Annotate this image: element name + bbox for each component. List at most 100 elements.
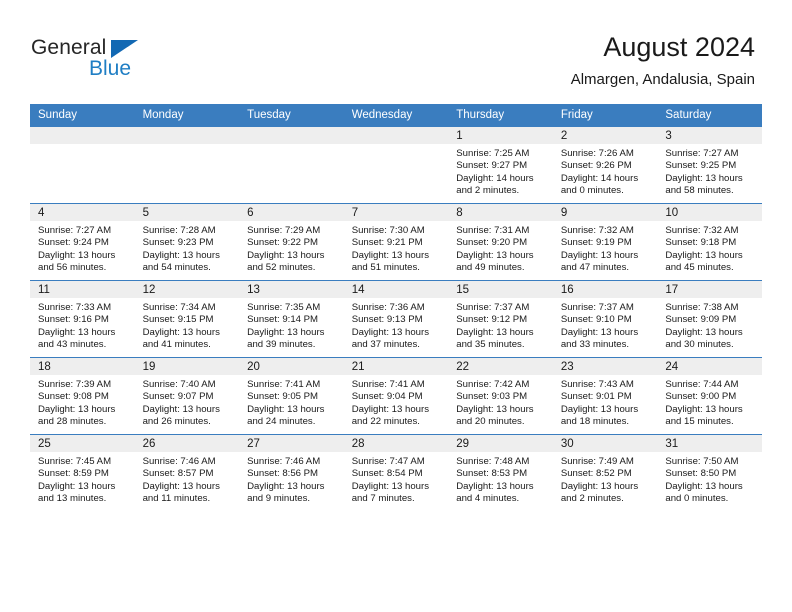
day-detail-daylight-line2: and 43 minutes. bbox=[38, 339, 107, 351]
calendar-day-cell-inner: 20 Sunrise: 7:41 AM Sunset: 9:05 PM Dayligh… bbox=[239, 358, 344, 434]
calendar-day-cell-inner: 28 Sunrise: 7:47 AM Sunset: 8:54 PM Dayligh… bbox=[343, 435, 449, 511]
day-number bbox=[239, 127, 344, 144]
calendar-day-cell[interactable]: 3 Sunrise: 7:27 AM Sunset: 9:25 PM Daylight… bbox=[657, 127, 762, 204]
calendar-day-cell[interactable]: 13 Sunrise: 7:35 AM Sunset: 9:14 PM Dayligh… bbox=[239, 280, 344, 358]
day-details: Sunrise: 7:41 AM Sunset: 9:04 PM Daylight:… bbox=[344, 375, 449, 429]
day-detail-sunrise: Sunrise: 7:41 AM bbox=[351, 379, 425, 390]
weekday-header-friday: Friday bbox=[552, 104, 658, 127]
calendar-day-cell[interactable]: 14 Sunrise: 7:36 AM Sunset: 9:13 PM Dayligh… bbox=[343, 280, 449, 358]
day-details: Sunrise: 7:38 AM Sunset: 9:09 PM Daylight:… bbox=[657, 298, 762, 352]
calendar-day-cell[interactable]: 24 Sunrise: 7:44 AM Sunset: 9:00 PM Dayligh… bbox=[657, 357, 762, 435]
calendar-day-cell[interactable]: 9 Sunrise: 7:32 AM Sunset: 9:19 PM Daylight… bbox=[552, 203, 658, 281]
day-detail-daylight-line1: Daylight: 13 hours bbox=[38, 326, 116, 338]
calendar-day-cell[interactable]: 2 Sunrise: 7:26 AM Sunset: 9:26 PM Daylight… bbox=[552, 127, 658, 204]
calendar-day-cell[interactable]: 18 Sunrise: 7:39 AM Sunset: 9:08 PM Dayligh… bbox=[30, 357, 135, 435]
day-detail-sunset: Sunset: 8:57 PM bbox=[142, 468, 214, 480]
calendar-day-cell[interactable]: 17 Sunrise: 7:38 AM Sunset: 9:09 PM Dayligh… bbox=[657, 280, 762, 358]
calendar-day-cell[interactable]: 7 Sunrise: 7:30 AM Sunset: 9:21 PM Daylight… bbox=[343, 203, 449, 281]
day-details: Sunrise: 7:47 AM Sunset: 8:54 PM Daylight:… bbox=[344, 452, 449, 506]
day-number: 5 bbox=[134, 204, 240, 221]
day-detail-sunrise: Sunrise: 7:27 AM bbox=[38, 225, 112, 236]
day-detail-daylight-line2: and 4 minutes. bbox=[456, 493, 520, 505]
day-detail-daylight-line1: Daylight: 13 hours bbox=[38, 480, 116, 492]
calendar-day-cell[interactable]: 30 Sunrise: 7:49 AM Sunset: 8:52 PM Dayligh… bbox=[552, 434, 658, 511]
calendar-day-cell[interactable]: 29 Sunrise: 7:48 AM Sunset: 8:53 PM Dayligh… bbox=[448, 434, 553, 511]
weekday-header-tuesday: Tuesday bbox=[239, 104, 344, 127]
day-detail-sunset: Sunset: 9:25 PM bbox=[665, 160, 737, 172]
day-detail-daylight-line1: Daylight: 13 hours bbox=[665, 172, 743, 184]
day-detail-sunrise: Sunrise: 7:46 AM bbox=[142, 456, 216, 467]
calendar-day-cell[interactable]: 12 Sunrise: 7:34 AM Sunset: 9:15 PM Dayligh… bbox=[134, 280, 240, 358]
day-number bbox=[343, 127, 449, 144]
day-detail-sunrise: Sunrise: 7:35 AM bbox=[247, 302, 321, 313]
calendar-day-cell[interactable]: 4 Sunrise: 7:27 AM Sunset: 9:24 PM Daylight… bbox=[30, 203, 135, 281]
day-detail-sunrise: Sunrise: 7:37 AM bbox=[456, 302, 530, 313]
calendar-day-cell-empty bbox=[30, 127, 135, 204]
day-detail-daylight-line2: and 20 minutes. bbox=[456, 416, 525, 428]
weekday-header-thursday: Thursday bbox=[448, 104, 553, 127]
day-details bbox=[135, 144, 240, 148]
calendar-day-cell-inner: 7 Sunrise: 7:30 AM Sunset: 9:21 PM Daylight… bbox=[343, 204, 449, 280]
calendar-day-cell[interactable]: 19 Sunrise: 7:40 AM Sunset: 9:07 PM Dayligh… bbox=[134, 357, 240, 435]
day-detail-daylight-line1: Daylight: 13 hours bbox=[142, 326, 220, 338]
calendar-day-cell-inner: 10 Sunrise: 7:32 AM Sunset: 9:18 PM Dayligh… bbox=[657, 204, 762, 280]
day-details: Sunrise: 7:37 AM Sunset: 9:12 PM Daylight:… bbox=[448, 298, 553, 352]
day-detail-sunset: Sunset: 9:26 PM bbox=[560, 160, 632, 172]
calendar-day-cell[interactable]: 15 Sunrise: 7:37 AM Sunset: 9:12 PM Dayligh… bbox=[448, 280, 553, 358]
day-detail-sunrise: Sunrise: 7:49 AM bbox=[560, 456, 634, 467]
calendar-day-cell[interactable]: 28 Sunrise: 7:47 AM Sunset: 8:54 PM Dayligh… bbox=[343, 434, 449, 511]
calendar-day-cell-inner: 15 Sunrise: 7:37 AM Sunset: 9:12 PM Dayligh… bbox=[448, 281, 553, 357]
day-detail-daylight-line2: and 0 minutes. bbox=[665, 493, 729, 505]
calendar-day-cell[interactable]: 31 Sunrise: 7:50 AM Sunset: 8:50 PM Dayligh… bbox=[657, 434, 762, 511]
calendar-day-cell-inner: 2 Sunrise: 7:26 AM Sunset: 9:26 PM Daylight… bbox=[552, 127, 658, 203]
day-details: Sunrise: 7:50 AM Sunset: 8:50 PM Daylight:… bbox=[657, 452, 762, 506]
day-detail-daylight-line2: and 13 minutes. bbox=[38, 493, 107, 505]
day-detail-sunset: Sunset: 9:24 PM bbox=[38, 237, 109, 249]
calendar-day-cell-inner: 22 Sunrise: 7:42 AM Sunset: 9:03 PM Dayligh… bbox=[448, 358, 553, 434]
calendar-day-cell[interactable]: 20 Sunrise: 7:41 AM Sunset: 9:05 PM Dayligh… bbox=[239, 357, 344, 435]
calendar-day-cell-inner: 3 Sunrise: 7:27 AM Sunset: 9:25 PM Daylight… bbox=[657, 127, 762, 203]
day-details: Sunrise: 7:49 AM Sunset: 8:52 PM Daylight:… bbox=[553, 452, 658, 506]
calendar-day-cell-empty bbox=[343, 127, 449, 204]
day-detail-daylight-line2: and 39 minutes. bbox=[247, 339, 316, 351]
day-detail-sunset: Sunset: 9:12 PM bbox=[456, 314, 528, 326]
day-details: Sunrise: 7:33 AM Sunset: 9:16 PM Daylight:… bbox=[30, 298, 135, 352]
calendar-day-cell[interactable]: 6 Sunrise: 7:29 AM Sunset: 9:22 PM Daylight… bbox=[239, 203, 344, 281]
day-number: 20 bbox=[239, 358, 344, 375]
calendar-day-cell[interactable]: 16 Sunrise: 7:37 AM Sunset: 9:10 PM Dayligh… bbox=[552, 280, 658, 358]
day-detail-daylight-line1: Daylight: 13 hours bbox=[456, 480, 534, 492]
day-number: 29 bbox=[448, 435, 553, 452]
calendar-day-cell[interactable]: 11 Sunrise: 7:33 AM Sunset: 9:16 PM Dayligh… bbox=[30, 280, 135, 358]
calendar-day-cell[interactable]: 22 Sunrise: 7:42 AM Sunset: 9:03 PM Dayligh… bbox=[448, 357, 553, 435]
day-number: 8 bbox=[448, 204, 553, 221]
day-detail-daylight-line2: and 0 minutes. bbox=[560, 185, 624, 197]
brand-logo[interactable]: General Blue bbox=[31, 36, 211, 86]
calendar-day-cell[interactable]: 26 Sunrise: 7:46 AM Sunset: 8:57 PM Dayligh… bbox=[134, 434, 240, 511]
day-detail-daylight-line1: Daylight: 13 hours bbox=[560, 326, 639, 338]
calendar-header-row: Sunday Monday Tuesday Wednesday Thursday… bbox=[30, 104, 762, 127]
day-number: 3 bbox=[657, 127, 762, 144]
calendar-day-cell-inner: 5 Sunrise: 7:28 AM Sunset: 9:23 PM Daylight… bbox=[134, 204, 240, 280]
calendar-page: General Blue August 2024 Almargen, Andal… bbox=[0, 0, 792, 612]
day-number bbox=[30, 127, 135, 144]
day-detail-sunset: Sunset: 9:09 PM bbox=[665, 314, 737, 326]
day-detail-sunrise: Sunrise: 7:32 AM bbox=[560, 225, 634, 236]
calendar-day-cell[interactable]: 8 Sunrise: 7:31 AM Sunset: 9:20 PM Daylight… bbox=[448, 203, 553, 281]
calendar-day-cell-inner: 16 Sunrise: 7:37 AM Sunset: 9:10 PM Dayligh… bbox=[552, 281, 658, 357]
weekday-header-monday: Monday bbox=[134, 104, 240, 127]
calendar-day-cell[interactable]: 21 Sunrise: 7:41 AM Sunset: 9:04 PM Dayligh… bbox=[343, 357, 449, 435]
day-number: 23 bbox=[552, 358, 658, 375]
day-detail-daylight-line2: and 47 minutes. bbox=[560, 262, 630, 274]
calendar-day-cell[interactable]: 10 Sunrise: 7:32 AM Sunset: 9:18 PM Dayligh… bbox=[657, 203, 762, 281]
calendar-day-cell[interactable]: 1 Sunrise: 7:25 AM Sunset: 9:27 PM Daylight… bbox=[448, 127, 553, 204]
day-number: 2 bbox=[552, 127, 658, 144]
day-detail-sunset: Sunset: 9:07 PM bbox=[142, 391, 214, 403]
calendar-day-cell[interactable]: 5 Sunrise: 7:28 AM Sunset: 9:23 PM Daylight… bbox=[134, 203, 240, 281]
day-detail-daylight-line1: Daylight: 13 hours bbox=[456, 403, 534, 415]
day-detail-daylight-line1: Daylight: 13 hours bbox=[142, 249, 220, 261]
calendar-day-cell[interactable]: 27 Sunrise: 7:46 AM Sunset: 8:56 PM Dayligh… bbox=[239, 434, 344, 511]
calendar-day-cell[interactable]: 25 Sunrise: 7:45 AM Sunset: 8:59 PM Dayligh… bbox=[30, 434, 135, 511]
day-detail-sunset: Sunset: 8:50 PM bbox=[665, 468, 737, 480]
calendar-day-cell[interactable]: 23 Sunrise: 7:43 AM Sunset: 9:01 PM Dayligh… bbox=[552, 357, 658, 435]
day-detail-daylight-line2: and 54 minutes. bbox=[142, 262, 211, 274]
